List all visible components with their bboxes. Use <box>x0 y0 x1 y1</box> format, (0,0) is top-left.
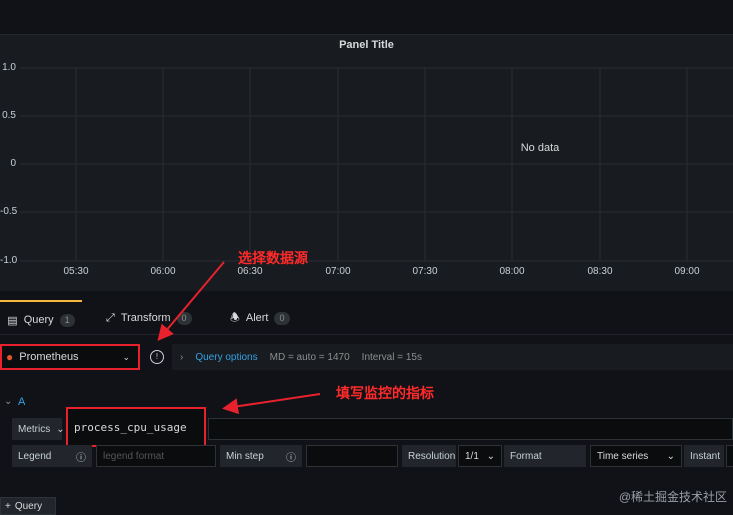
watermark: @稀土掘金技术社区 <box>618 490 727 504</box>
annotation-arrows <box>157 261 321 415</box>
